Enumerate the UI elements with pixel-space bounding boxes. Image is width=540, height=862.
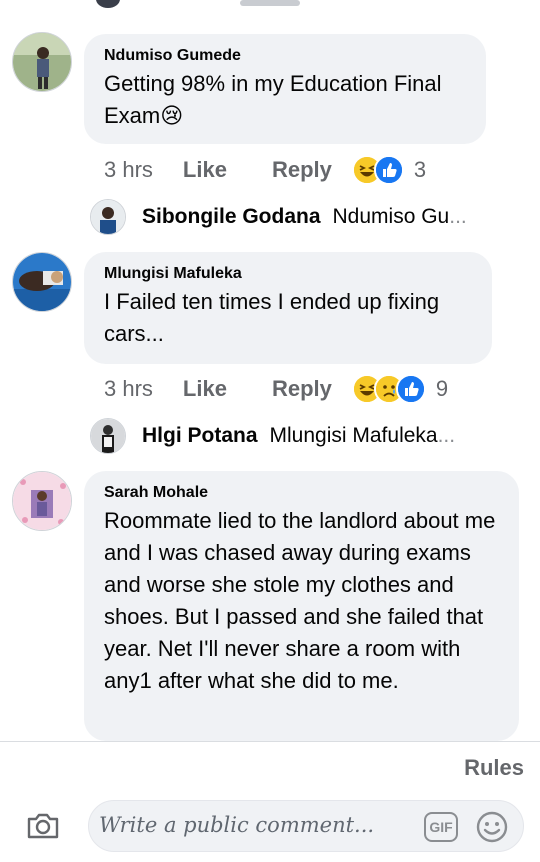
avatar (90, 418, 126, 454)
camera-icon[interactable] (24, 807, 62, 845)
reply-button[interactable]: Reply (272, 376, 332, 402)
reply-author[interactable]: Sibongile Godana (142, 205, 321, 229)
previous-comment-remnant (0, 0, 540, 12)
reply-author[interactable]: Hlgi Potana (142, 424, 258, 448)
avatar (90, 199, 126, 235)
reply-button[interactable]: Reply (272, 157, 332, 183)
avatar[interactable] (12, 471, 72, 531)
gif-icon[interactable]: GIF (424, 812, 458, 842)
comment-text: I Failed ten times I ended up fixing car… (104, 289, 440, 346)
divider (0, 741, 540, 742)
ellipsis: ... (437, 424, 456, 447)
reaction-count[interactable]: 9 (436, 376, 448, 402)
reply-preview[interactable]: Hlgi Potana Mlungisi Mafuleka... (90, 416, 455, 456)
avatar[interactable] (12, 32, 72, 92)
reaction-count[interactable]: 3 (414, 157, 426, 183)
comment-actions: 3 hrs Like Reply 3 (104, 155, 426, 185)
comment-composer: Write a public comment... GIF (0, 796, 540, 856)
reply-snippet: Mlungisi Mafuleka (269, 424, 438, 447)
comment-text: Roommate lied to the landlord about me a… (104, 508, 496, 693)
like-icon (395, 374, 426, 404)
avatar (96, 0, 120, 8)
comment-text: Getting 98% in my Education Final Exam😢 (104, 71, 442, 128)
like-button[interactable]: Like (183, 376, 227, 402)
reactions-summary[interactable] (351, 155, 404, 185)
like-icon (373, 155, 404, 185)
comment-input[interactable]: Write a public comment... GIF (88, 800, 524, 852)
comment-bubble[interactable]: Sarah Mohale Roommate lied to the landlo… (84, 471, 519, 741)
timestamp[interactable]: 3 hrs (104, 376, 153, 402)
comment-bubble[interactable]: Mlungisi Mafuleka I Failed ten times I e… (84, 252, 492, 364)
reactions-summary[interactable] (351, 374, 426, 404)
timestamp[interactable]: 3 hrs (104, 157, 153, 183)
avatar[interactable] (12, 252, 72, 312)
comment-author[interactable]: Sarah Mohale (104, 483, 499, 503)
comment-actions: 3 hrs Like Reply 9 (104, 374, 448, 404)
ellipsis: ... (449, 205, 467, 228)
comment-author[interactable]: Mlungisi Mafuleka (104, 264, 472, 284)
reply-preview[interactable]: Sibongile Godana Ndumiso Gu... (90, 197, 467, 237)
comment-author[interactable]: Ndumiso Gumede (104, 46, 466, 66)
rules-link[interactable]: Rules (464, 755, 524, 781)
emoji-icon[interactable] (475, 810, 509, 844)
comment-placeholder: Write a public comment... (99, 813, 375, 837)
reply-snippet: Ndumiso Gu (332, 205, 450, 228)
like-button[interactable]: Like (183, 157, 227, 183)
comment-bubble[interactable]: Ndumiso Gumede Getting 98% in my Educati… (84, 34, 486, 144)
truncated-text (240, 0, 300, 6)
